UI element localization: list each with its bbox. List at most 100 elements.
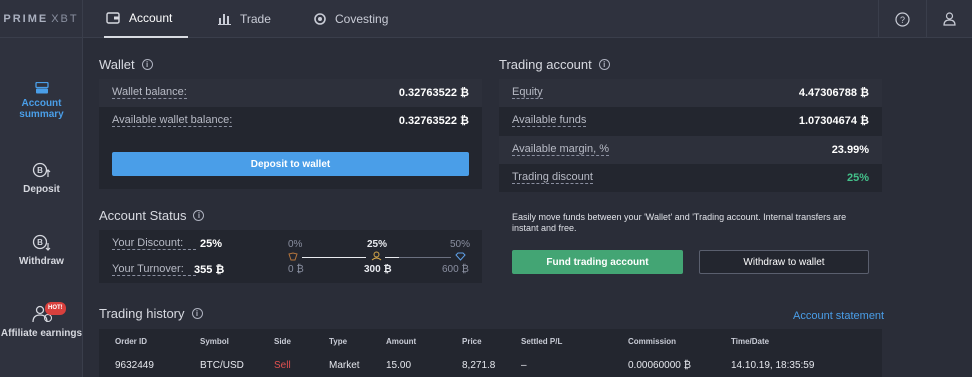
sidebar-item-label: summary: [19, 109, 64, 120]
col-type[interactable]: Type: [329, 329, 347, 354]
trading-history-title: Trading history i: [99, 306, 203, 321]
sidebar-item-withdraw[interactable]: B Withdraw: [0, 234, 83, 267]
cell-settled-pl: –: [521, 360, 527, 371]
available-wallet-balance-value: 0.32763522 ₿: [398, 115, 469, 127]
available-funds-row: Available funds 1.07304674 ₿: [499, 107, 882, 135]
tab-label: Trade: [240, 12, 271, 26]
available-funds-label[interactable]: Available funds: [512, 115, 587, 127]
wallet-balance-row: Wallet balance: 0.32763522 ₿: [99, 79, 482, 107]
sidebar: Account summary B Deposit B Withdraw HOT…: [0, 38, 83, 377]
available-wallet-balance-label[interactable]: Available wallet balance:: [112, 115, 233, 127]
turnover-row: Your Turnover: 355 ₿: [112, 264, 224, 276]
trading-account-panel: Equity 4.47306788 ₿ Available funds 1.07…: [499, 79, 882, 283]
account-statement-link[interactable]: Account statement: [793, 310, 884, 322]
col-symbol[interactable]: Symbol: [200, 329, 229, 354]
info-icon[interactable]: i: [191, 308, 203, 319]
user-button[interactable]: [926, 0, 972, 38]
discount-value: 25%: [200, 238, 223, 250]
sidebar-item-label: Deposit: [23, 184, 60, 195]
tab-account[interactable]: Account: [104, 0, 188, 38]
sidebar-item-label: Affiliate earnings: [0, 328, 83, 339]
discount-label[interactable]: Your Discount:: [112, 238, 196, 250]
info-icon[interactable]: i: [141, 59, 153, 70]
equity-value: 4.47306788 ₿: [798, 87, 869, 99]
deposit-to-wallet-button[interactable]: Deposit to wallet: [112, 152, 469, 176]
sidebar-item-label: Account: [21, 98, 62, 109]
cell-side: Sell: [274, 360, 291, 371]
tier-amount-2: 600 ₿: [442, 264, 469, 275]
col-amount[interactable]: Amount: [386, 329, 416, 354]
available-margin-value: 23.99%: [831, 144, 869, 156]
available-funds-value: 1.07304674 ₿: [798, 115, 869, 127]
wallet-title: Wallet i: [99, 57, 153, 72]
bitcoin-deposit-icon: B: [32, 162, 50, 178]
trading-account-title: Trading account i: [499, 57, 610, 72]
logo-bold: PRIME: [3, 13, 49, 25]
col-time-date[interactable]: Time/Date: [731, 329, 769, 354]
cell-commission: 0.00060000 ₿: [628, 360, 692, 371]
tier-pct-1: 25%: [367, 239, 388, 250]
col-commission[interactable]: Commission: [628, 329, 676, 354]
info-icon[interactable]: i: [598, 59, 610, 70]
svg-text:B: B: [37, 238, 43, 247]
gold-tier-icon: [371, 251, 382, 261]
col-price[interactable]: Price: [462, 329, 482, 354]
top-bar: PRIME XBT Account Trade Covesting ?: [0, 0, 972, 38]
tab-trade[interactable]: Trade: [218, 0, 271, 38]
wallet-balance-value: 0.32763522 ₿: [398, 87, 469, 99]
tab-label: Account: [129, 11, 173, 25]
turnover-value: 355 ₿: [194, 264, 225, 276]
help-button[interactable]: ?: [878, 0, 926, 38]
tab-label: Covesting: [335, 12, 389, 26]
equity-label[interactable]: Equity: [512, 87, 543, 99]
cell-amount: 15.00: [386, 360, 412, 371]
trading-account-title-text: Trading account: [499, 57, 592, 72]
help-icon: ?: [895, 11, 910, 27]
col-side[interactable]: Side: [274, 329, 291, 354]
hot-badge: HOT!: [45, 302, 66, 315]
covesting-icon: [314, 13, 326, 25]
table-row[interactable]: 9632449 BTC/USD Sell Market 15.00 8,271.…: [99, 354, 882, 377]
logo-thin: XBT: [51, 13, 79, 25]
wallet-balance-label[interactable]: Wallet balance:: [112, 87, 187, 99]
tier-amount-1: 300 ₿: [364, 264, 392, 275]
transfer-note: Easily move funds between your 'Wallet' …: [512, 212, 847, 233]
diamond-tier-icon: [455, 252, 466, 261]
tab-covesting[interactable]: Covesting: [314, 0, 388, 38]
col-order-id[interactable]: Order ID: [115, 329, 147, 354]
svg-text:B: B: [37, 166, 43, 175]
chart-icon: [218, 14, 231, 25]
wallet-panel: Wallet balance: 0.32763522 ₿ Available w…: [99, 79, 482, 189]
col-settled-pl[interactable]: Settled P/L: [521, 329, 562, 354]
bronze-tier-icon: [288, 252, 298, 261]
account-summary-icon: [34, 82, 49, 94]
sidebar-item-deposit[interactable]: B Deposit: [0, 162, 83, 195]
history-table-header: Order ID Symbol Side Type Amount Price S…: [99, 329, 882, 354]
trading-discount-row: Trading discount 25%: [499, 164, 882, 192]
available-margin-label[interactable]: Available margin, %: [512, 144, 610, 156]
tier-track-2: [399, 257, 451, 258]
logo[interactable]: PRIME XBT: [0, 0, 83, 38]
sidebar-item-affiliate[interactable]: HOT! Affiliate earnings: [0, 302, 83, 339]
withdraw-to-wallet-button[interactable]: Withdraw to wallet: [699, 250, 869, 274]
cell-price: 8,271.8: [462, 360, 496, 371]
tier-track-1: [302, 257, 366, 258]
cell-type: Market: [329, 360, 360, 371]
trading-discount-value: 25%: [846, 172, 869, 184]
trading-discount-label[interactable]: Trading discount: [512, 172, 593, 184]
tier-pct-0: 0%: [288, 239, 303, 250]
turnover-label[interactable]: Your Turnover:: [112, 264, 196, 276]
cell-time-date: 14.10.19, 18:35:59: [731, 360, 815, 371]
user-icon: [943, 12, 956, 26]
equity-row: Equity 4.47306788 ₿: [499, 79, 882, 107]
info-icon[interactable]: i: [193, 210, 205, 221]
cell-symbol: BTC/USD: [200, 360, 244, 371]
sidebar-item-account-summary[interactable]: Account summary: [0, 82, 83, 120]
discount-row: Your Discount: 25%: [112, 238, 222, 250]
bitcoin-withdraw-icon: B: [32, 234, 50, 251]
available-wallet-balance-row: Available wallet balance: 0.32763522 ₿: [99, 107, 482, 135]
tier-progress: [385, 257, 399, 258]
fund-trading-account-button[interactable]: Fund trading account: [512, 250, 683, 274]
svg-text:?: ?: [900, 15, 905, 25]
account-status-title: Account Status i: [99, 208, 205, 223]
